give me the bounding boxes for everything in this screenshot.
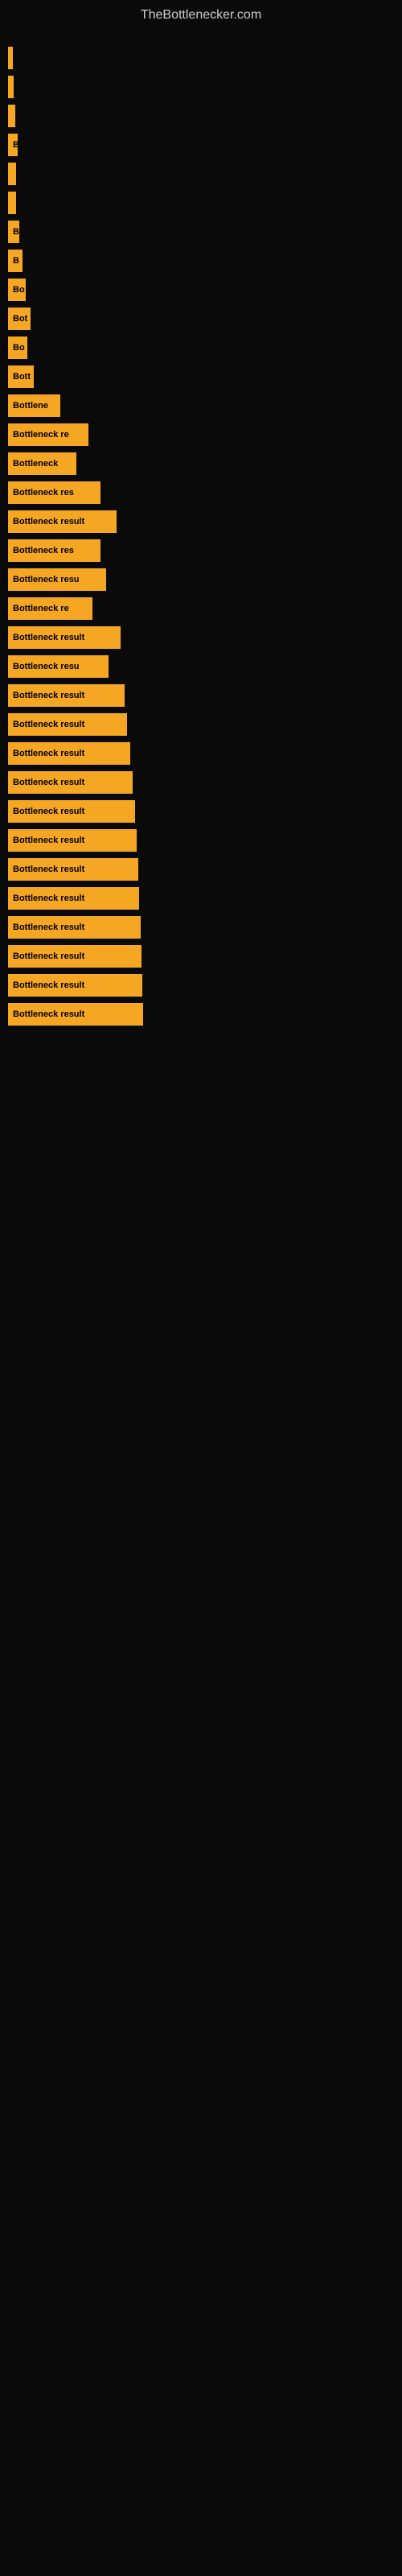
- bar-row: Bottleneck re: [0, 423, 402, 446]
- bar-row: B: [0, 134, 402, 156]
- result-bar: [8, 105, 15, 127]
- bar-row: Bottleneck result: [0, 916, 402, 939]
- result-bar: Bo: [8, 279, 26, 301]
- bar-row: Bottleneck resu: [0, 655, 402, 678]
- bar-row: B: [0, 250, 402, 272]
- bar-row: Bottleneck result: [0, 887, 402, 910]
- result-bar: Bottleneck res: [8, 481, 100, 504]
- bar-row: Bottleneck result: [0, 945, 402, 968]
- bar-row: Bottleneck: [0, 452, 402, 475]
- bar-row: [0, 192, 402, 214]
- result-bar: B: [8, 250, 23, 272]
- result-bar: Bottleneck result: [8, 1003, 143, 1026]
- result-bar: [8, 192, 16, 214]
- result-bar: Bottleneck result: [8, 510, 117, 533]
- result-bar: Bottleneck res: [8, 539, 100, 562]
- bar-row: Bottleneck result: [0, 510, 402, 533]
- result-bar: [8, 76, 14, 98]
- result-bar: Bottleneck re: [8, 423, 88, 446]
- result-bar: Bottleneck resu: [8, 655, 109, 678]
- bar-row: Bott: [0, 365, 402, 388]
- bar-row: Bottleneck result: [0, 1003, 402, 1026]
- result-bar: [8, 163, 16, 185]
- bar-row: [0, 47, 402, 69]
- bar-row: [0, 105, 402, 127]
- bar-row: [0, 76, 402, 98]
- result-bar: Bottleneck result: [8, 945, 142, 968]
- bar-row: Bottleneck result: [0, 684, 402, 707]
- result-bar: Bottleneck result: [8, 974, 142, 997]
- bar-row: Bottleneck result: [0, 800, 402, 823]
- bar-row: Bottleneck result: [0, 829, 402, 852]
- bar-row: Bottleneck result: [0, 858, 402, 881]
- result-bar: [8, 47, 13, 69]
- bar-row: Bottleneck res: [0, 539, 402, 562]
- bar-row: Bottleneck result: [0, 974, 402, 997]
- bar-row: Bottleneck result: [0, 626, 402, 649]
- result-bar: Bottleneck result: [8, 626, 121, 649]
- result-bar: Bottleneck result: [8, 771, 133, 794]
- bar-row: Bottleneck result: [0, 771, 402, 794]
- result-bar: Bottleneck result: [8, 800, 135, 823]
- result-bar: Bo: [8, 336, 27, 359]
- result-bar: Bottleneck result: [8, 742, 130, 765]
- site-title: TheBottlenecker.com: [0, 0, 402, 39]
- bar-row: B: [0, 221, 402, 243]
- result-bar: Bottlene: [8, 394, 60, 417]
- result-bar: B: [8, 134, 18, 156]
- result-bar: Bottleneck result: [8, 858, 138, 881]
- result-bar: Bottleneck result: [8, 887, 139, 910]
- bar-row: Bottleneck res: [0, 481, 402, 504]
- bar-row: Bottlene: [0, 394, 402, 417]
- bar-row: Bottleneck re: [0, 597, 402, 620]
- result-bar: Bottleneck result: [8, 684, 125, 707]
- result-bar: Bott: [8, 365, 34, 388]
- bar-row: Bottleneck result: [0, 742, 402, 765]
- result-bar: Bottleneck resu: [8, 568, 106, 591]
- bar-row: Bo: [0, 336, 402, 359]
- result-bar: B: [8, 221, 19, 243]
- result-bar: Bottleneck result: [8, 916, 141, 939]
- bar-row: Bot: [0, 308, 402, 330]
- bar-row: Bo: [0, 279, 402, 301]
- bar-row: Bottleneck result: [0, 713, 402, 736]
- bars-container: BBBBoBotBoBottBottleneBottleneck reBottl…: [0, 39, 402, 1040]
- bar-row: Bottleneck resu: [0, 568, 402, 591]
- result-bar: Bottleneck re: [8, 597, 92, 620]
- result-bar: Bot: [8, 308, 31, 330]
- bar-row: [0, 163, 402, 185]
- result-bar: Bottleneck result: [8, 829, 137, 852]
- result-bar: Bottleneck result: [8, 713, 127, 736]
- result-bar: Bottleneck: [8, 452, 76, 475]
